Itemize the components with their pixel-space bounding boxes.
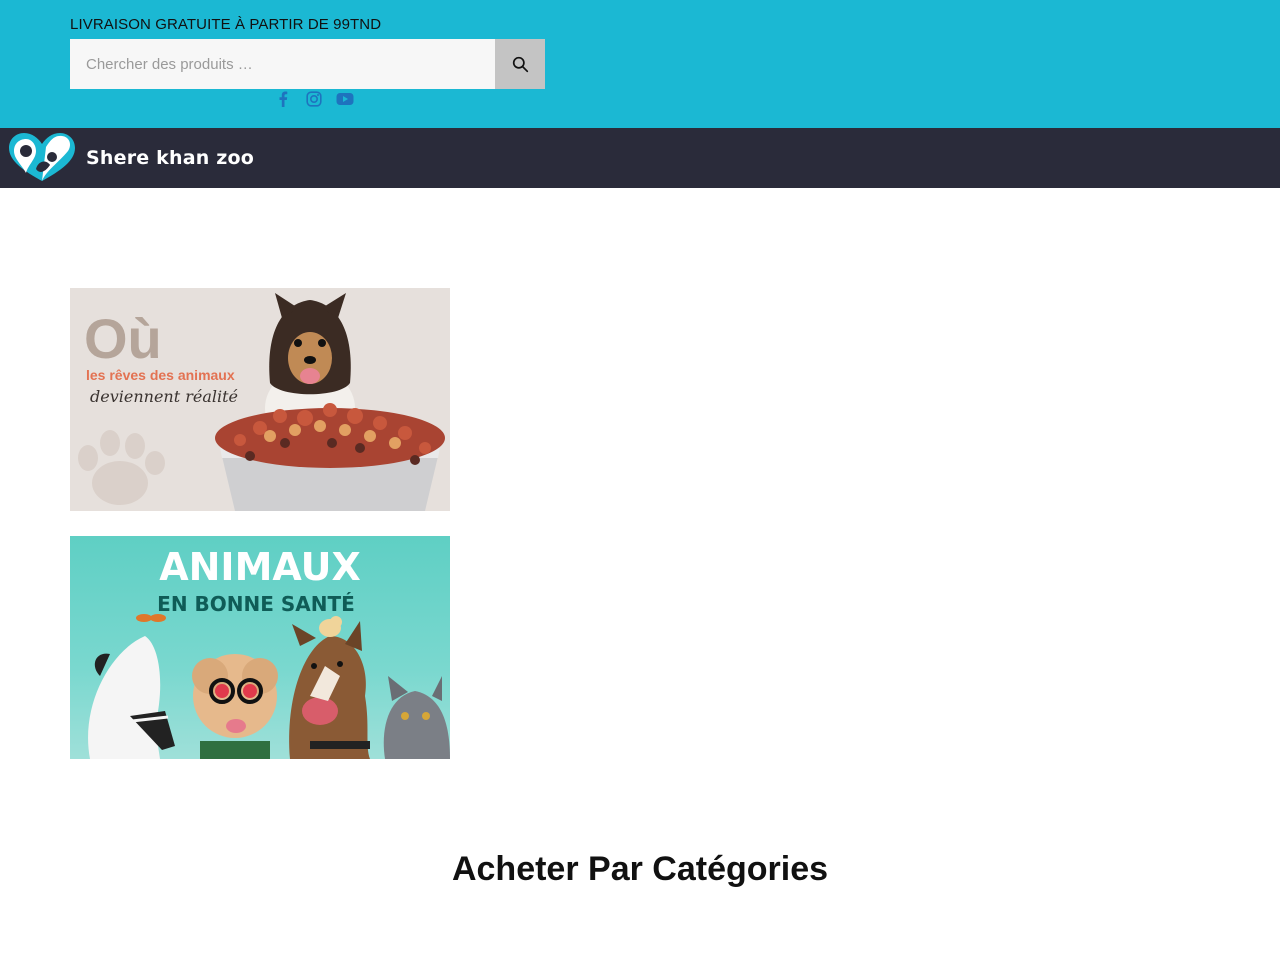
cat-image	[383, 676, 450, 759]
dog-image-left	[88, 636, 175, 759]
paw-print-icon	[78, 430, 165, 505]
search-button[interactable]	[495, 39, 545, 89]
banner-dog-food-illustration: Où les rêves des animaux deviennent réal…	[78, 293, 445, 511]
butterfly-icon	[136, 614, 166, 622]
social-links	[274, 90, 354, 108]
free-shipping-banner: LIVRAISON GRATUITE À PARTIR DE 99TND	[70, 16, 382, 33]
top-bar: LIVRAISON GRATUITE À PARTIR DE 99TND	[0, 0, 1280, 128]
banner-headline: Où	[84, 307, 162, 370]
dog-image-poodle	[192, 654, 278, 759]
promo-banner-healthy-pets[interactable]: ANIMAUX EN BONNE SANTÉ	[70, 536, 450, 759]
site-logo-link[interactable]: Shere khan zoo	[6, 131, 254, 185]
kibble-bowl-image	[215, 403, 445, 511]
product-search-form	[70, 39, 545, 89]
search-icon	[512, 56, 528, 72]
main-navbar: Shere khan zoo	[0, 128, 1280, 188]
youtube-icon[interactable]	[336, 90, 354, 108]
instagram-icon[interactable]	[305, 90, 323, 108]
banner-headline: ANIMAUX	[159, 545, 361, 589]
heart-paw-logo-icon	[9, 133, 75, 181]
banner-subline: EN BONNE SANTÉ	[157, 592, 355, 616]
facebook-icon[interactable]	[274, 90, 292, 108]
brand-name: Shere khan zoo	[86, 147, 255, 169]
search-input[interactable]	[70, 39, 495, 89]
banner-pets-illustration: ANIMAUX EN BONNE SANTÉ	[88, 545, 450, 759]
banner-line-1: les rêves des animaux	[86, 367, 235, 383]
promo-banner-dreams[interactable]: Où les rêves des animaux deviennent réal…	[70, 288, 450, 511]
banner-line-2: deviennent réalité	[90, 387, 238, 406]
dog-image-greyhound	[289, 616, 370, 759]
shop-by-category-title: Acheter Par Catégories	[451, 850, 829, 888]
